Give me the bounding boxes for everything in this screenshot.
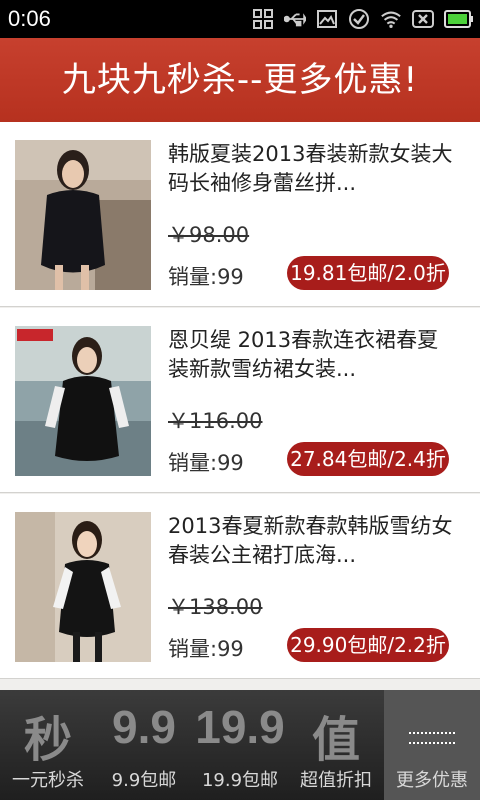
battery-icon (444, 8, 474, 30)
status-icons (252, 6, 474, 32)
grid-icon (252, 8, 274, 30)
product-image (15, 140, 151, 290)
product-name-line: 恩贝缇 2013春款连衣裙春夏 (168, 328, 439, 352)
tab-9-9-free-shipping[interactable]: 9.9 9.9包邮 (96, 690, 192, 800)
tab-label: 9.9包邮 (111, 770, 177, 791)
image-icon (316, 8, 338, 30)
status-bar: 0:06 (0, 0, 480, 38)
product-name[interactable]: 韩版夏装2013春装新款女装大 码长袖修身蕾丝拼... (168, 140, 458, 198)
close-box-icon (412, 8, 434, 30)
product-image (15, 326, 151, 476)
bottom-tab-bar: 秒 一元秒杀 9.9 9.9包邮 19.9 19.9包邮 值 超值折扣 更多优惠 (0, 690, 480, 800)
price-button[interactable]: 29.90包邮/2.2折 (287, 628, 449, 662)
product-item[interactable]: 韩版夏装2013春装新款女装大 码长袖修身蕾丝拼... ￥98.00 销量:99… (0, 122, 480, 307)
app-header: 九块九秒杀--更多优惠! (0, 38, 480, 122)
check-circle-icon (348, 8, 370, 30)
product-name-line: 装新款雪纺裙女装... (168, 357, 357, 381)
product-name[interactable]: 恩贝缇 2013春款连衣裙春夏 装新款雪纺裙女装... (168, 326, 458, 384)
tab-label: 19.9包邮 (201, 770, 279, 791)
original-price: ￥116.00 (168, 409, 263, 433)
sales-count: 销量:99 (168, 451, 244, 475)
tab-super-discount[interactable]: 值 超值折扣 (288, 690, 384, 800)
price-button[interactable]: 19.81包邮/2.0折 (287, 256, 449, 290)
product-name[interactable]: 2013春夏新款春款韩版雪纺女 春装公主裙打底海... (168, 512, 458, 570)
tab-icon-text: 9.9 (112, 701, 176, 753)
product-name-line: 春装公主裙打底海... (168, 543, 357, 567)
tab-one-yuan-flash-sale[interactable]: 秒 一元秒杀 (0, 690, 96, 800)
tab-icon-text: 19.9 (195, 701, 285, 753)
product-name-line: 韩版夏装2013春装新款女装大 (168, 142, 453, 166)
product-name-line: 码长袖修身蕾丝拼... (168, 171, 357, 195)
product-image (15, 512, 151, 662)
tab-label: 超值折扣 (300, 770, 372, 791)
page-title: 九块九秒杀--更多优惠! (61, 60, 419, 100)
product-item[interactable]: 恩贝缇 2013春款连衣裙春夏 装新款雪纺裙女装... ￥116.00 销量:9… (0, 308, 480, 493)
sales-count: 销量:99 (168, 265, 244, 289)
sales-count: 销量:99 (168, 637, 244, 661)
tab-icon-text: 秒 (23, 712, 72, 768)
status-time: 0:06 (8, 6, 51, 31)
usb-icon (284, 8, 306, 30)
wifi-icon (380, 8, 402, 30)
price-button[interactable]: 27.84包邮/2.4折 (287, 442, 449, 476)
product-item[interactable]: 2013春夏新款春款韩版雪纺女 春装公主裙打底海... ￥138.00 销量:9… (0, 494, 480, 679)
product-name-line: 2013春夏新款春款韩版雪纺女 (168, 514, 453, 538)
original-price: ￥138.00 (168, 595, 263, 619)
tab-label: 更多优惠 (396, 770, 468, 791)
tab-icon-text: 值 (311, 712, 360, 768)
original-price: ￥98.00 (168, 223, 250, 247)
tab-more-deals[interactable]: 更多优惠 (384, 690, 480, 800)
tab-label: 一元秒杀 (12, 770, 84, 791)
product-list[interactable]: 韩版夏装2013春装新款女装大 码长袖修身蕾丝拼... ￥98.00 销量:99… (0, 122, 480, 690)
tab-19-9-free-shipping[interactable]: 19.9 19.9包邮 (192, 690, 288, 800)
more-icon (409, 732, 455, 744)
